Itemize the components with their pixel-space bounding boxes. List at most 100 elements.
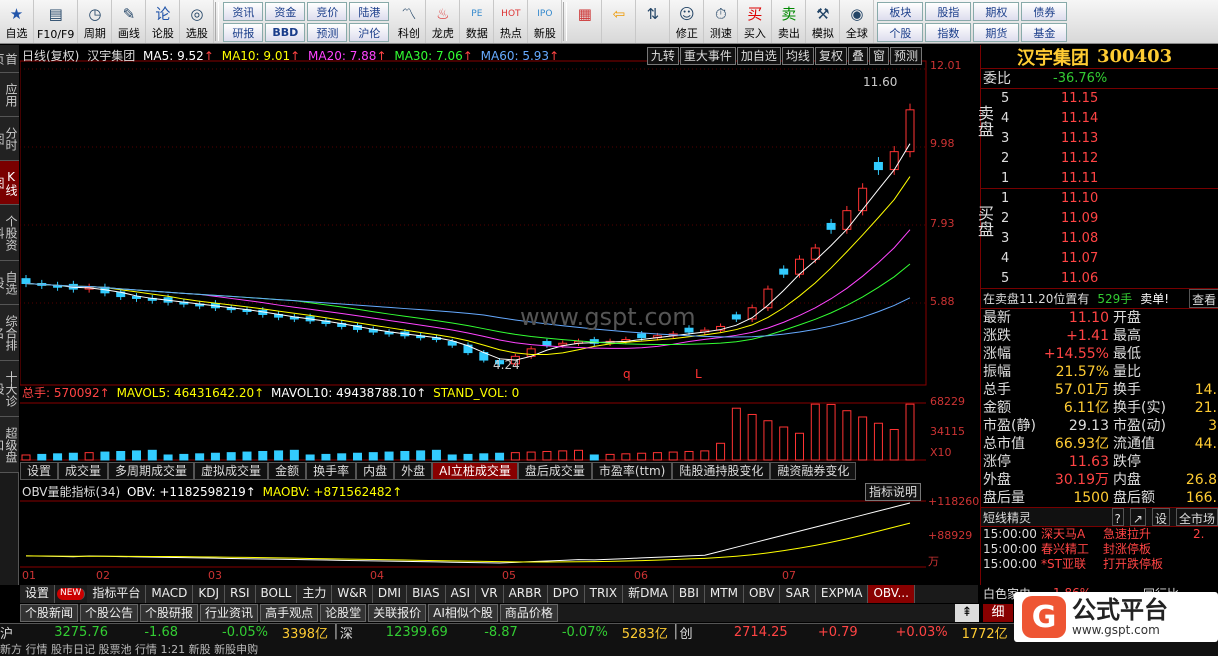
toolbar-chart-button[interactable]: 〽科创: [392, 0, 427, 43]
news-tab-7[interactable]: AI相似个股: [428, 604, 498, 622]
volume-tab-9[interactable]: 盘后成交量: [517, 462, 592, 480]
elf-row[interactable]: 15:00:00 深天马A 急速拉升 2.: [981, 527, 1218, 542]
orderbook-row[interactable]: 1 11.10: [981, 189, 1218, 209]
toolbar-pe-button[interactable]: PE 数据: [460, 0, 495, 43]
chart-button-5[interactable]: 叠: [847, 47, 868, 65]
indicator-tab-4[interactable]: KDJ: [193, 585, 225, 603]
indicator-tab-17[interactable]: BBI: [673, 585, 705, 603]
left-tab-4[interactable]: 个股资料: [0, 205, 19, 261]
orderbook-row[interactable]: 3 11.08: [981, 229, 1218, 249]
toolbar-hot-button[interactable]: HOT 热点: [494, 0, 529, 43]
elf-button-0[interactable]: ?: [1111, 508, 1124, 526]
indicator-tab-11[interactable]: ASI: [445, 585, 477, 603]
notice-view-button[interactable]: 查看: [1189, 289, 1218, 308]
volume-tab-12[interactable]: 融资融券变化: [770, 462, 857, 480]
index-1-n[interactable]: 深: [340, 624, 362, 641]
indicator-tab-21[interactable]: EXPMA: [815, 585, 869, 603]
toolbar-globe-button[interactable]: ◉ 全球: [840, 0, 875, 43]
indicator-tab-16[interactable]: 新DMA: [623, 585, 674, 603]
toolbar-list-button[interactable]: ▤ F10/F9: [34, 0, 79, 43]
news-tab-4[interactable]: 高手观点: [260, 604, 319, 622]
indicator-tab-3[interactable]: MACD: [146, 585, 194, 603]
indicator-tab-18[interactable]: MTM: [704, 585, 744, 603]
indicator-tab-7[interactable]: 主力: [297, 585, 333, 603]
orderbook-row[interactable]: 2 11.09: [981, 209, 1218, 229]
indicator-tab-15[interactable]: TRIX: [584, 585, 624, 603]
orderbook-row[interactable]: 4 11.07: [981, 249, 1218, 269]
news-tab-0[interactable]: 个股新闻: [20, 604, 79, 622]
market-grid-button[interactable]: 基金: [1021, 23, 1068, 42]
orderbook-row[interactable]: 4 11.14: [981, 109, 1218, 129]
toolbar-back-arrow-button[interactable]: ⇦: [602, 0, 637, 43]
toolbar-ipo-button[interactable]: IPO 新股: [528, 0, 563, 43]
elf-button-3[interactable]: 全市场: [1175, 508, 1218, 526]
toolbar-select-button[interactable]: ◎ 选股: [180, 0, 215, 43]
toolbar-pen-button[interactable]: ✎ 画线: [112, 0, 147, 43]
orderbook-row[interactable]: 5 11.15: [981, 89, 1218, 109]
pin-icon[interactable]: ⇞: [955, 604, 979, 622]
info-grid-button[interactable]: 预测: [307, 23, 348, 42]
left-tab-2[interactable]: 分时图: [0, 117, 19, 161]
info-grid-button[interactable]: 沪伦: [349, 23, 390, 42]
left-tab-8[interactable]: 超级盘口: [0, 417, 19, 473]
orderbook-row[interactable]: 1 11.11: [981, 169, 1218, 189]
volume-tab-7[interactable]: 外盘: [394, 462, 433, 480]
market-grid-button[interactable]: 期权: [973, 2, 1020, 21]
volume-tab-5[interactable]: 换手率: [306, 462, 357, 480]
indicator-tab-10[interactable]: BIAS: [407, 585, 446, 603]
toolbar-lun-button[interactable]: 论论股: [146, 0, 181, 43]
toolbar-stopwatch-button[interactable]: ⏱ 测速: [704, 0, 739, 43]
chart-button-4[interactable]: 复权: [814, 47, 847, 65]
volume-tab-8[interactable]: AI立桩成交量: [432, 462, 518, 480]
volume-tab-3[interactable]: 虚拟成交量: [194, 462, 269, 480]
toolbar-wrench-button[interactable]: ☺ 修正: [670, 0, 705, 43]
orderbook-row[interactable]: 5 11.06: [981, 269, 1218, 289]
news-tab-6[interactable]: 关联报价: [368, 604, 427, 622]
chart-button-0[interactable]: 九转: [646, 47, 679, 65]
info-grid-button[interactable]: BBD: [265, 23, 306, 42]
news-tab-2[interactable]: 个股研报: [140, 604, 199, 622]
left-tab-5[interactable]: 自选股: [0, 261, 19, 305]
indicator-tab-13[interactable]: ARBR: [503, 585, 548, 603]
indicator-tab-19[interactable]: OBV: [743, 585, 781, 603]
volume-tab-10[interactable]: 市盈率(ttm): [591, 462, 673, 480]
elf-row[interactable]: 15:00:00 春兴精工 封涨停板: [981, 542, 1218, 557]
toolbar-updown-button[interactable]: ⇅: [636, 0, 671, 43]
indicator-tab-20[interactable]: SAR: [780, 585, 816, 603]
orderbook-row[interactable]: 2 11.12: [981, 149, 1218, 169]
volume-tab-11[interactable]: 陆股通持股变化: [672, 462, 771, 480]
index-0-n[interactable]: 沪: [0, 624, 22, 641]
market-grid-button[interactable]: 债券: [1021, 2, 1068, 21]
chart-button-1[interactable]: 重大事件: [679, 47, 736, 65]
info-grid-button[interactable]: 研报: [223, 23, 264, 42]
volume-tab-1[interactable]: 成交量: [58, 462, 109, 480]
left-tab-1[interactable]: 应用: [0, 73, 19, 117]
chart-button-7[interactable]: 预测: [889, 47, 922, 65]
info-grid-button[interactable]: 竞价: [307, 2, 348, 21]
indicator-tab-5[interactable]: RSI: [225, 585, 256, 603]
elf-button-1[interactable]: ↗: [1129, 508, 1146, 526]
toolbar-window-button[interactable]: ▦: [568, 0, 603, 43]
orderbook-row[interactable]: 3 11.13: [981, 129, 1218, 149]
news-tab-1[interactable]: 个股公告: [80, 604, 139, 622]
indicator-tab-8[interactable]: W&R: [332, 585, 373, 603]
news-tab-3[interactable]: 行业资讯: [200, 604, 259, 622]
left-tab-0[interactable]: 首页: [0, 45, 19, 73]
toolbar-sell-button[interactable]: 卖卖出: [772, 0, 807, 43]
left-tab-6[interactable]: 综合排名: [0, 305, 19, 361]
toolbar-star-button[interactable]: ★ 自选: [0, 0, 34, 43]
elf-button-2[interactable]: 设: [1151, 508, 1170, 526]
kline-chart-area[interactable]: 日线(复权) 汉宇集团 MA5: 9.52↑ MA10: 9.01↑ MA20:…: [20, 45, 979, 585]
toolbar-buy-button[interactable]: 买买入: [738, 0, 773, 43]
indicator-tab-0[interactable]: 设置: [20, 585, 56, 603]
chart-button-3[interactable]: 均线: [781, 47, 814, 65]
indicator-tab-12[interactable]: VR: [476, 585, 504, 603]
index-2-n[interactable]: 创: [680, 624, 702, 641]
indicator-tab-6[interactable]: BOLL: [255, 585, 298, 603]
indicator-help-button[interactable]: 指标说明: [865, 483, 922, 501]
volume-tab-0[interactable]: 设置: [20, 462, 59, 480]
chart-button-6[interactable]: 窗: [868, 47, 889, 65]
volume-tab-6[interactable]: 内盘: [356, 462, 395, 480]
info-grid-button[interactable]: 陆港: [349, 2, 390, 21]
indicator-tab-1[interactable]: NEW: [57, 588, 86, 600]
